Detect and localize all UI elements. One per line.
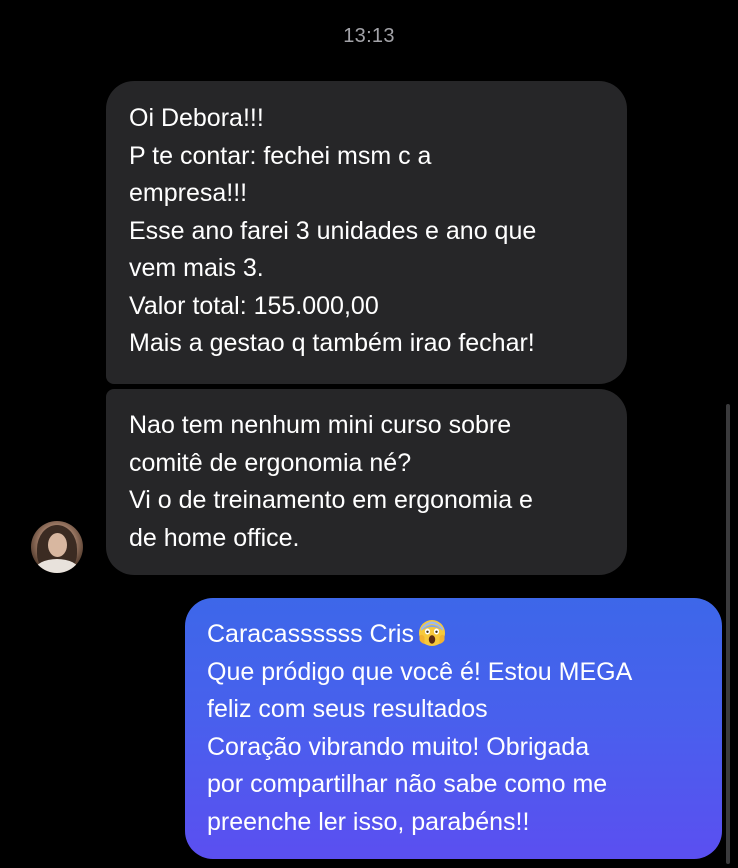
message-line: preenche ler isso, parabéns!! bbox=[207, 807, 530, 836]
outgoing-message-bubble[interactable]: Caracassssss Cris Que pródigo que você é… bbox=[185, 598, 722, 859]
message-timestamp: 13:13 bbox=[343, 25, 395, 47]
message-line: Valor total: 155.000,00 bbox=[129, 291, 379, 320]
message-line: Nao tem nenhum mini curso sobre bbox=[129, 411, 512, 439]
avatar-face bbox=[48, 533, 67, 557]
message-line: Vi o de treinamento em ergonomia e bbox=[129, 486, 533, 514]
incoming-message-bubble[interactable]: Nao tem nenhum mini curso sobre comitê d… bbox=[106, 389, 627, 575]
message-line: de home office. bbox=[129, 523, 300, 552]
message-line: Caracassssss Cris bbox=[207, 616, 706, 654]
message-line: Coração vibrando muito! Obrigada bbox=[207, 732, 590, 761]
incoming-message-bubble[interactable]: Oi Debora!!! P te contar: fechei msm c a… bbox=[106, 81, 627, 384]
message-line: Que pródigo que você é! Estou MEGA bbox=[207, 657, 633, 686]
message-line: comitê de ergonomia né? bbox=[129, 448, 412, 477]
scrollbar[interactable] bbox=[726, 404, 730, 864]
message-line-text: Caracassssss Cris bbox=[207, 620, 414, 648]
message-line: Esse ano farei 3 unidades e ano que bbox=[129, 216, 537, 245]
message-line: por compartilhar não sabe como me bbox=[207, 770, 608, 798]
contact-avatar[interactable] bbox=[31, 521, 83, 573]
message-line: Oi Debora!!! bbox=[129, 104, 264, 132]
message-line: vem mais 3. bbox=[129, 254, 264, 282]
message-line: feliz com seus resultados bbox=[207, 695, 488, 723]
message-line: Mais a gestao q também irao fechar! bbox=[129, 329, 535, 357]
message-line: empresa!!! bbox=[129, 179, 248, 207]
message-line: P te contar: fechei msm c a bbox=[129, 141, 432, 170]
face-screaming-in-fear-icon bbox=[418, 619, 446, 647]
